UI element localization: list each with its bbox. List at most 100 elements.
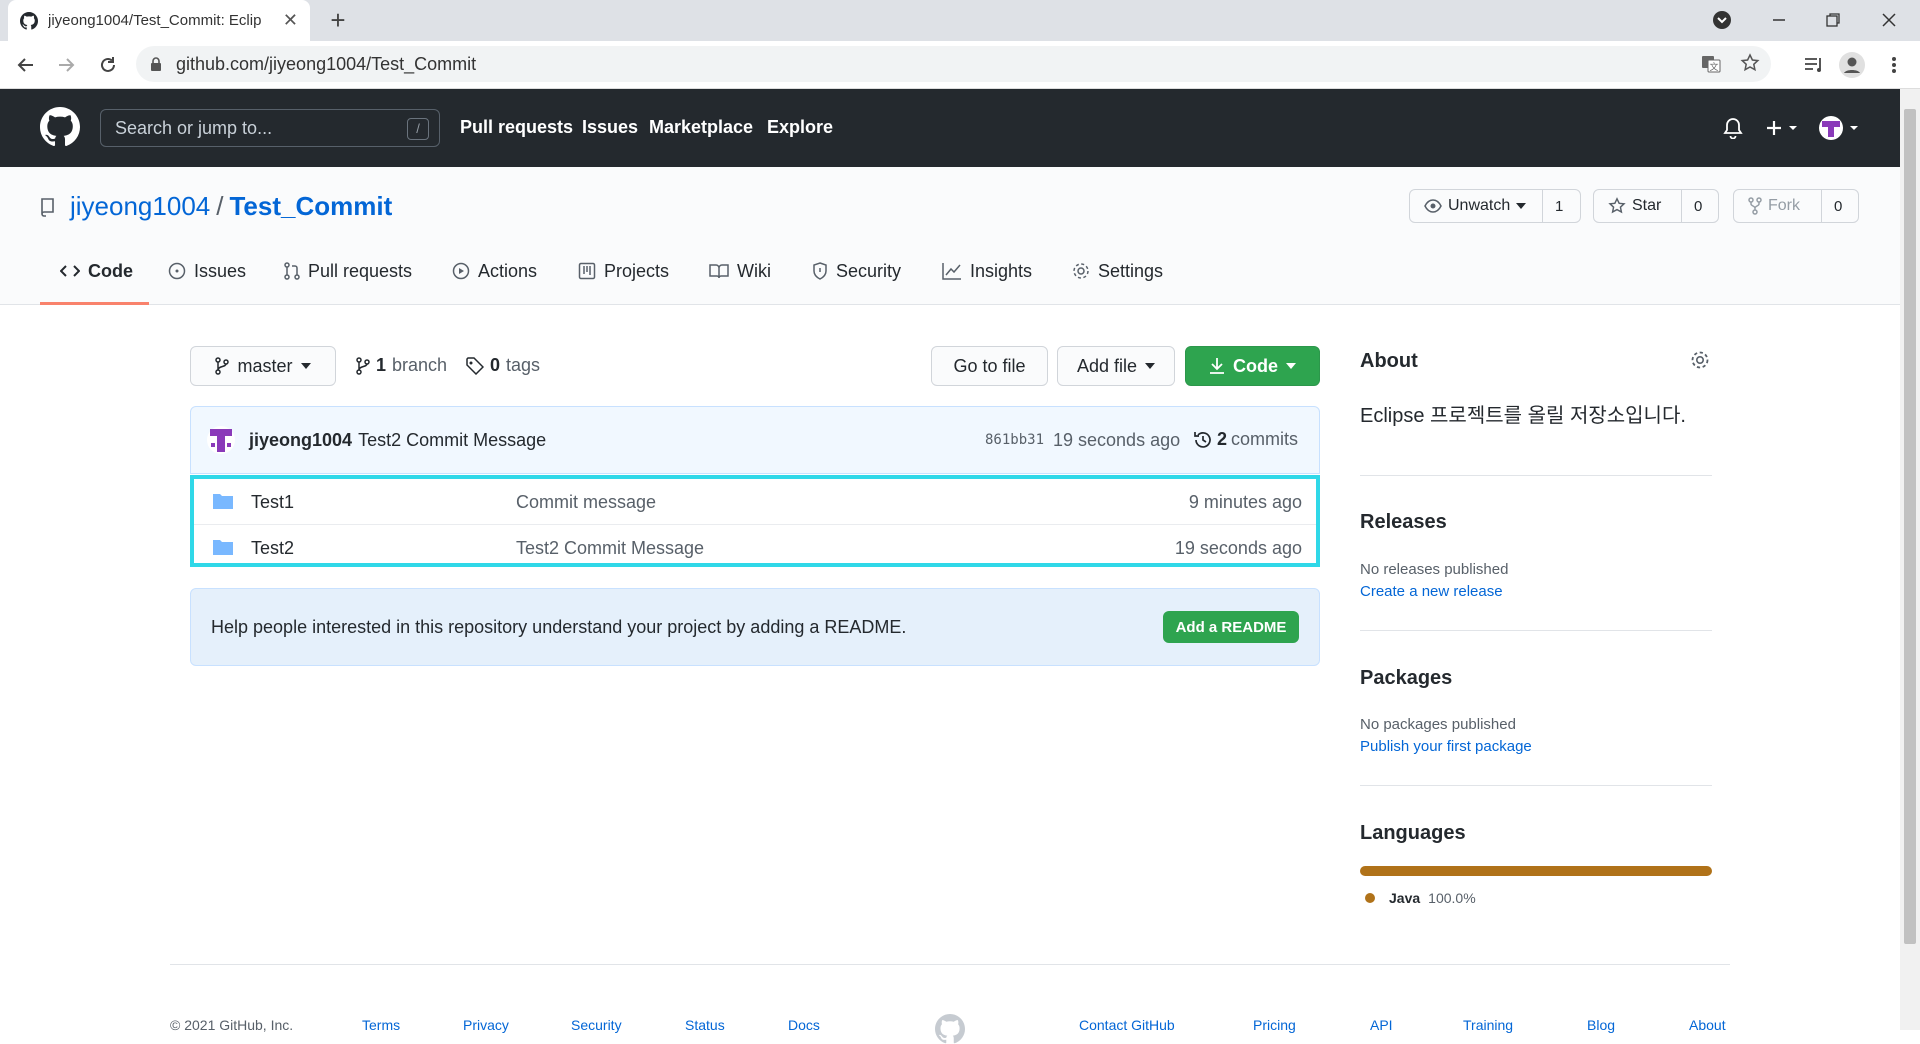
nav-issues[interactable]: Issues bbox=[582, 117, 638, 138]
footer-github-mark-icon[interactable] bbox=[935, 1014, 965, 1044]
watch-count[interactable]: 1 bbox=[1543, 198, 1575, 215]
tab-insights[interactable]: Insights bbox=[942, 251, 1032, 291]
code-brackets-icon bbox=[60, 264, 80, 278]
translate-icon[interactable]: 文 bbox=[1701, 54, 1721, 74]
tab-close-icon[interactable]: ✕ bbox=[283, 10, 298, 31]
commits-history-link[interactable]: 2 commits bbox=[1193, 429, 1298, 450]
footer-link-training[interactable]: Training bbox=[1463, 1017, 1513, 1033]
footer-link-privacy[interactable]: Privacy bbox=[463, 1017, 509, 1033]
nav-marketplace[interactable]: Marketplace bbox=[649, 117, 753, 138]
browser-menu-icon[interactable] bbox=[1880, 51, 1908, 79]
footer-link-about[interactable]: About bbox=[1689, 1017, 1726, 1033]
code-download-button[interactable]: Code bbox=[1185, 346, 1320, 386]
table-row[interactable]: Test1 Commit message 9 minutes ago bbox=[194, 479, 1316, 525]
profile-avatar-icon[interactable] bbox=[1838, 51, 1866, 79]
commit-message-link[interactable]: Test2 Commit Message bbox=[358, 430, 546, 451]
create-release-link[interactable]: Create a new release bbox=[1360, 583, 1503, 600]
table-row[interactable]: Test2 Test2 Commit Message 19 seconds ag… bbox=[194, 525, 1316, 571]
footer-link-api[interactable]: API bbox=[1370, 1017, 1393, 1033]
star-label: Star bbox=[1632, 197, 1662, 214]
commit-author-link[interactable]: jiyeong1004 bbox=[249, 430, 352, 451]
reading-list-icon[interactable] bbox=[1800, 51, 1828, 79]
search-input[interactable]: Search or jump to... / bbox=[100, 109, 440, 147]
footer-link-security[interactable]: Security bbox=[571, 1017, 622, 1033]
file-commit-message[interactable]: Test2 Commit Message bbox=[516, 538, 704, 559]
branch-label: branch bbox=[392, 355, 448, 375]
github-logo-icon[interactable] bbox=[40, 107, 80, 147]
publish-package-link[interactable]: Publish your first package bbox=[1360, 738, 1532, 755]
page-scrollbar[interactable] bbox=[1900, 89, 1920, 1030]
tab-issues[interactable]: Issues bbox=[168, 251, 246, 291]
footer-link-blog[interactable]: Blog bbox=[1587, 1017, 1615, 1033]
packages-heading[interactable]: Packages bbox=[1360, 667, 1452, 690]
repo-name-link[interactable]: Test_Commit bbox=[229, 191, 392, 222]
repo-icon bbox=[40, 197, 56, 217]
forward-arrow-icon[interactable] bbox=[52, 51, 80, 79]
unwatch-button[interactable]: Unwatch 1 bbox=[1409, 189, 1581, 223]
tab-search-icon[interactable] bbox=[1705, 6, 1739, 34]
releases-heading[interactable]: Releases bbox=[1360, 511, 1447, 534]
fork-icon bbox=[1748, 197, 1762, 215]
tab-actions[interactable]: Actions bbox=[452, 251, 537, 291]
add-readme-button[interactable]: Add a README bbox=[1163, 611, 1299, 643]
branches-link[interactable]: 1 branch bbox=[356, 355, 447, 376]
file-list: Test1 Commit message 9 minutes ago Test2… bbox=[190, 475, 1320, 567]
readme-message: Help people interested in this repositor… bbox=[211, 616, 907, 637]
fork-label: Fork bbox=[1768, 197, 1800, 214]
create-new-plus-icon[interactable] bbox=[1765, 119, 1801, 137]
tab-settings[interactable]: Settings bbox=[1072, 251, 1163, 291]
tags-link[interactable]: 0 tags bbox=[466, 355, 540, 376]
tab-code[interactable]: Code bbox=[60, 251, 133, 291]
back-arrow-icon[interactable] bbox=[12, 51, 40, 79]
footer-link-pricing[interactable]: Pricing bbox=[1253, 1017, 1296, 1033]
tab-wiki[interactable]: Wiki bbox=[709, 251, 771, 291]
bookmark-star-icon[interactable] bbox=[1740, 53, 1760, 73]
file-commit-time: 9 minutes ago bbox=[1188, 492, 1302, 512]
restore-icon[interactable] bbox=[1816, 6, 1850, 34]
branch-select-button[interactable]: master bbox=[190, 346, 336, 386]
footer-link-terms[interactable]: Terms bbox=[362, 1017, 400, 1033]
notification-bell-icon[interactable] bbox=[1723, 117, 1743, 139]
reload-icon[interactable] bbox=[94, 51, 122, 79]
shield-icon bbox=[812, 262, 828, 280]
browser-tab[interactable]: jiyeong1004/Test_Commit: Eclip ✕ bbox=[8, 0, 310, 41]
commit-count: 2 bbox=[1217, 429, 1228, 449]
minimize-icon[interactable] bbox=[1762, 6, 1796, 34]
language-item-java[interactable]: Java 100.0% bbox=[1365, 890, 1476, 906]
nav-pull-requests[interactable]: Pull requests bbox=[460, 117, 573, 138]
caret-down-icon bbox=[1286, 363, 1296, 369]
footer-link-docs[interactable]: Docs bbox=[788, 1017, 820, 1033]
about-settings-gear-icon[interactable] bbox=[1690, 350, 1710, 370]
footer-link-status[interactable]: Status bbox=[685, 1017, 725, 1033]
close-window-icon[interactable] bbox=[1872, 6, 1906, 34]
footer-copyright: © 2021 GitHub, Inc. bbox=[170, 1017, 294, 1033]
star-count[interactable]: 0 bbox=[1682, 198, 1714, 215]
add-file-button[interactable]: Add file bbox=[1057, 346, 1175, 386]
tag-count: 0 bbox=[490, 355, 501, 375]
lock-icon bbox=[150, 56, 162, 72]
search-shortcut-key: / bbox=[407, 118, 429, 140]
branch-count: 1 bbox=[376, 355, 387, 375]
new-tab-button[interactable]: + bbox=[325, 7, 351, 34]
author-avatar[interactable] bbox=[207, 426, 235, 454]
fork-button[interactable]: Fork 0 bbox=[1733, 189, 1859, 223]
tab-projects[interactable]: Projects bbox=[578, 251, 669, 291]
star-button[interactable]: Star 0 bbox=[1593, 189, 1719, 223]
go-to-file-button[interactable]: Go to file bbox=[931, 346, 1048, 386]
user-avatar-icon[interactable] bbox=[1818, 115, 1862, 141]
nav-explore[interactable]: Explore bbox=[767, 117, 833, 138]
branch-name: master bbox=[237, 355, 293, 376]
tab-security[interactable]: Security bbox=[812, 251, 901, 291]
file-name-link[interactable]: Test2 bbox=[251, 538, 294, 559]
file-name-link[interactable]: Test1 bbox=[251, 492, 294, 513]
git-pull-request-icon bbox=[284, 262, 300, 280]
scrollbar-thumb[interactable] bbox=[1904, 109, 1916, 944]
omnibox[interactable]: github.com/jiyeong1004/Test_Commit 文 bbox=[136, 46, 1771, 82]
tab-pull-requests[interactable]: Pull requests bbox=[284, 251, 412, 291]
fork-count[interactable]: 0 bbox=[1822, 198, 1854, 215]
repo-owner-link[interactable]: jiyeong1004 bbox=[70, 191, 210, 222]
file-commit-message[interactable]: Commit message bbox=[516, 492, 656, 513]
commit-sha-link[interactable]: 861bb31 bbox=[985, 432, 1044, 448]
footer-link-contact[interactable]: Contact GitHub bbox=[1079, 1017, 1175, 1033]
code-button-label: Code bbox=[1233, 355, 1278, 376]
